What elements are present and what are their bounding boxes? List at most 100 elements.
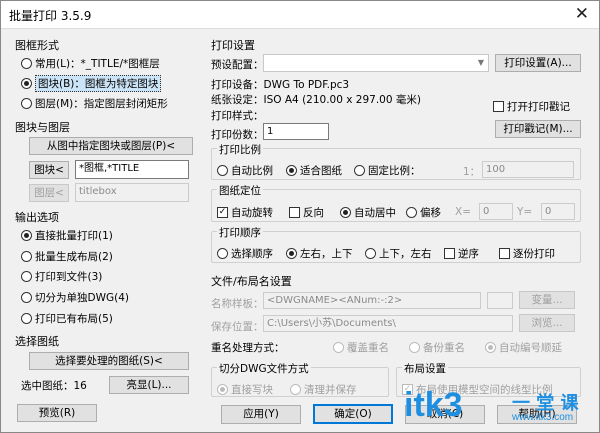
print-setup-button[interactable]: 打印设置(A)...	[495, 54, 581, 72]
window-title: 批量打印 3.5.9	[9, 9, 92, 23]
split-purge-save[interactable]: 清理并保存	[290, 382, 357, 397]
checkbox-icon	[444, 248, 455, 259]
browse-button[interactable]: 浏览...	[519, 314, 575, 332]
batch-print-dialog: 批量打印 3.5.9 ✕ 图框形式 常用(L)：*_TITLE/*图框层 图块(…	[0, 0, 600, 433]
plot-style-label: 打印样式：	[211, 110, 264, 122]
radio-icon	[21, 292, 32, 303]
output-to-file[interactable]: 打印到文件(3)	[21, 269, 102, 284]
checkbox-icon	[289, 207, 300, 218]
name-template-input[interactable]: <DWGNAME><ANum:-:2>	[263, 292, 481, 309]
name-extra-input[interactable]	[487, 292, 513, 309]
copies-label: 打印份数：	[211, 129, 264, 141]
select-title: 选择图纸	[15, 335, 59, 348]
radio-icon	[21, 313, 32, 324]
checkbox-icon	[493, 101, 504, 112]
dup-backup[interactable]: 备份重名	[409, 340, 465, 355]
scale-group-title: 打印比例	[217, 142, 263, 157]
choose-drawings-button[interactable]: 选择要处理的图纸(S)<	[29, 352, 189, 370]
apply-button[interactable]: 应用(Y)	[221, 405, 301, 424]
name-template-label: 名称样板：	[211, 298, 264, 310]
frame-mode-common[interactable]: 常用(L)：*_TITLE/*图框层	[21, 56, 160, 71]
watermark-logo: itk3 一 堂 课 www.itk3.com	[404, 386, 600, 432]
radio-icon	[21, 98, 32, 109]
radio-selected-icon	[286, 165, 297, 176]
frame-mode-layer[interactable]: 图层(M)：指定图层封闭矩形	[21, 96, 168, 111]
paper-label: 纸张设定：ISO A4 (210.00 x 297.00 毫米)	[211, 94, 421, 106]
radio-icon	[409, 342, 420, 353]
watermark-domain: www.itk3.com	[512, 412, 574, 423]
reverse-checkbox[interactable]: 反向	[289, 205, 324, 220]
radio-icon	[217, 165, 228, 176]
output-layouts[interactable]: 批量生成布局(2)	[21, 249, 113, 264]
output-existing-layouts[interactable]: 打印已有布局(5)	[21, 311, 113, 326]
highlight-button[interactable]: 亮显(L)...	[109, 376, 189, 394]
radio-icon	[290, 384, 301, 395]
pick-block-layer-button[interactable]: 从图中指定图块或图层(P)<	[29, 137, 193, 155]
radio-selected-icon	[340, 207, 351, 218]
radio-icon	[21, 251, 32, 262]
preview-button[interactable]: 预览(R)	[17, 404, 97, 422]
check-icon: ✓	[217, 207, 228, 218]
split-group-title: 切分DWG文件方式	[217, 361, 311, 376]
frame-mode-block[interactable]: 图块(B)：图框为特定图块	[21, 75, 162, 92]
layer-name-input[interactable]: titlebox	[75, 183, 189, 202]
output-direct-print[interactable]: 直接批量打印(1)	[21, 228, 113, 243]
dup-overwrite[interactable]: 覆盖重名	[333, 340, 389, 355]
close-icon[interactable]: ✕	[575, 4, 589, 24]
reverse-order-checkbox[interactable]: 逆序	[444, 246, 479, 261]
position-offset[interactable]: 偏移	[406, 205, 441, 220]
scale-auto[interactable]: 自动比例	[217, 163, 273, 178]
split-write-block[interactable]: 直接写块	[217, 382, 273, 397]
position-center[interactable]: 自动居中	[340, 205, 396, 220]
stamp-button[interactable]: 打印戳记(M)...	[495, 120, 581, 138]
collate-checkbox[interactable]: 逐份打印	[499, 246, 555, 261]
layer-button[interactable]: 图层<	[29, 184, 69, 202]
selected-count: 选中图纸：16	[21, 380, 87, 392]
scale-fixed[interactable]: 固定比例：	[354, 163, 421, 178]
output-title: 输出选项	[15, 211, 59, 224]
x-label: X=	[455, 206, 471, 218]
checkbox-icon	[499, 248, 510, 259]
radio-icon	[406, 207, 417, 218]
order-top-bottom[interactable]: 上下，左右	[365, 246, 432, 261]
scale-fit[interactable]: 适合图纸	[286, 163, 342, 178]
ratio-separator: 1：	[463, 166, 481, 178]
save-location-input[interactable]: C:\Users\小苏\Documents\	[263, 315, 513, 332]
y-offset-input[interactable]: 0	[541, 203, 575, 220]
frame-mode-title: 图框形式	[15, 39, 59, 52]
order-left-right[interactable]: 左右，上下	[286, 246, 353, 261]
open-stamp-checkbox[interactable]: 打开打印戳记	[493, 99, 570, 114]
x-offset-input[interactable]: 0	[479, 203, 513, 220]
title-bar: 批量打印 3.5.9 ✕	[1, 1, 599, 29]
preset-label: 预设配置：	[211, 59, 264, 71]
block-name-input[interactable]: *图框,*TITLE	[75, 160, 189, 179]
watermark-text: itk3	[404, 386, 463, 424]
layout-group-title: 布局设置	[402, 361, 448, 376]
chevron-down-icon: ▼	[477, 58, 484, 67]
block-layer-title: 图块与图层	[15, 121, 70, 134]
auto-rotate-checkbox[interactable]: ✓ 自动旋转	[217, 205, 273, 220]
file-settings-title: 文件/布局名设置	[211, 275, 292, 288]
variable-button[interactable]: 变量...	[519, 291, 575, 309]
ok-button[interactable]: 确定(O)	[313, 404, 393, 424]
block-button[interactable]: 图块<	[29, 161, 69, 179]
radio-selected-icon	[485, 342, 496, 353]
radio-icon	[21, 271, 32, 282]
ratio-input[interactable]: 100	[482, 161, 574, 178]
dup-auto-number[interactable]: 自动编号顺延	[485, 340, 562, 355]
order-group-title: 打印顺序	[217, 225, 263, 240]
radio-icon	[333, 342, 344, 353]
radio-selected-icon	[217, 384, 228, 395]
y-label: Y=	[517, 206, 533, 218]
copies-input[interactable]: 1	[263, 123, 329, 140]
save-location-label: 保存位置：	[211, 321, 264, 333]
device-label: 打印设备：DWG To PDF.pc3	[211, 79, 350, 91]
radio-selected-icon	[21, 230, 32, 241]
print-settings-title: 打印设置	[211, 39, 255, 52]
preset-select[interactable]: ▼	[263, 54, 489, 72]
radio-icon	[21, 58, 32, 69]
position-group-title: 图纸定位	[217, 183, 263, 198]
output-split-dwg[interactable]: 切分为单独DWG(4)	[21, 290, 129, 305]
radio-icon	[217, 248, 228, 259]
order-selection[interactable]: 选择顺序	[217, 246, 273, 261]
